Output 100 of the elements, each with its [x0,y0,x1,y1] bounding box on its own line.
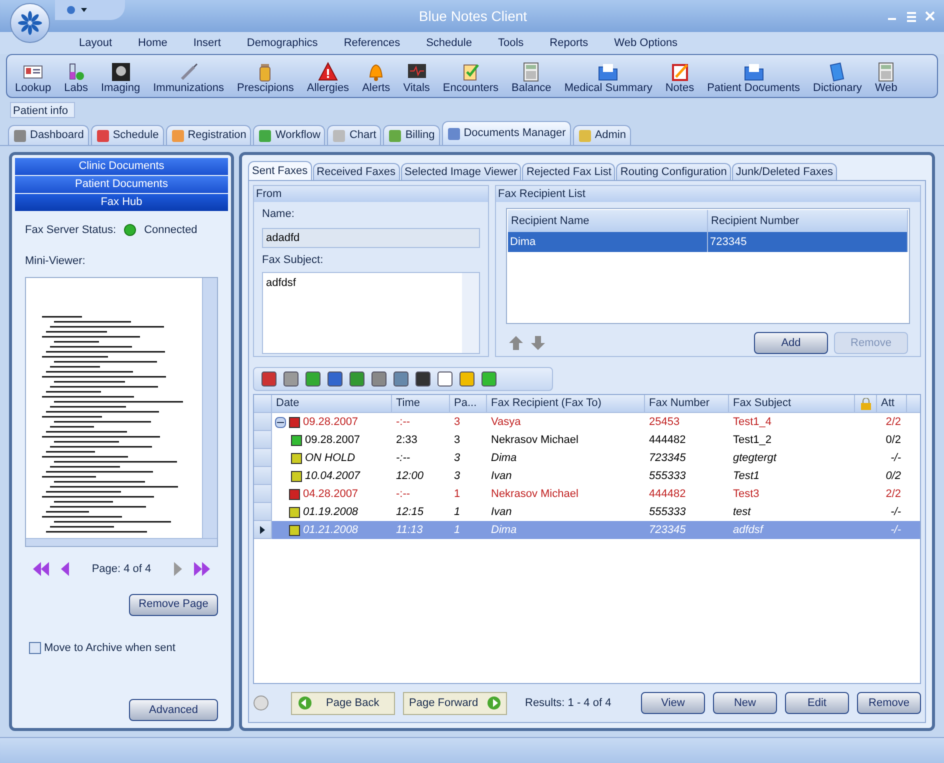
column-header[interactable]: Pa... [450,395,487,412]
toolbar-button[interactable]: Prescipions [237,62,294,95]
menu-item[interactable]: Reports [550,34,588,52]
move-up-icon[interactable] [508,335,524,351]
subject-field[interactable]: adfdsf [262,272,480,354]
table-cell-text: adfdsf [732,522,765,538]
checkbox[interactable] [29,642,41,654]
table-cell-text: Nekrasov Michael [490,486,580,502]
toolbar-button[interactable]: Vitals [403,62,430,95]
main-tab[interactable]: Admin [572,125,631,145]
toolbar-button[interactable]: Web [874,62,898,95]
column-header[interactable]: Att [877,395,907,412]
menu-item[interactable]: Demographics [246,34,318,52]
name-field[interactable]: adadfd [262,228,480,248]
last-page-icon[interactable] [192,562,212,576]
toolbar-button[interactable]: Allergies [306,62,350,95]
fax-tab[interactable]: Received Faxes [312,163,400,180]
page-indicator: Page: 4 of 4 [90,562,152,577]
column-header[interactable]: Fax Recipient (Fax To) [487,395,645,412]
column-header[interactable]: Time [392,395,450,412]
fax-tab[interactable]: Junk/Deleted Faxes [732,163,838,180]
main-tab[interactable]: Workflow [253,125,326,145]
main-tab[interactable]: Registration [166,125,252,145]
action-button[interactable]: Remove [857,692,921,714]
toolbar-button[interactable]: Lookup [15,62,52,95]
table-row[interactable]: 09.28.2007 -:-- 3 Vasya 25453 Test1_4 2/2 [254,413,920,431]
calculator-icon [521,62,542,82]
menu-item[interactable]: Tools [498,34,524,52]
tab-icon [13,128,27,142]
fax-tab[interactable]: Rejected Fax List [522,163,616,180]
status-text: Connected [144,223,198,238]
first-page-icon[interactable] [31,562,51,576]
toolbar-button[interactable]: Medical Summary [564,62,652,95]
page-back-button[interactable]: Page Back [291,692,395,714]
main-tab[interactable]: Dashboard [8,125,89,145]
vertical-scrollbar[interactable] [202,278,217,538]
table-row[interactable]: 09.28.2007 2:33 3 Nekrasov Michael 444482 Test1_2 0/2 [254,431,920,449]
table-cell-text: -:-- [395,450,412,466]
menu-item[interactable]: Home [138,34,168,52]
horizontal-scrollbar[interactable] [26,538,217,546]
main-tab[interactable]: Billing [383,125,440,145]
table-cell-text: Dima [490,450,518,466]
remove-page-button[interactable]: Remove Page [129,594,218,616]
table-cell-text: 0/2 [884,468,902,484]
table-cell: 723345 [708,232,908,252]
app-logo[interactable] [10,3,50,43]
column-header[interactable]: Fax Number [645,395,729,412]
checkbox-label: Move to Archive when sent [44,640,176,656]
table-row[interactable]: 10.04.2007 12:00 3 Ivan 555333 Test1 0/2 [254,467,920,485]
action-button[interactable]: Edit [785,692,849,714]
table-row[interactable]: Dima 723345 [508,232,908,252]
table-row[interactable]: 01.19.2008 12:15 1 Ivan 555333 test -/- [254,503,920,521]
toolbar-button[interactable]: Alerts [362,62,390,95]
toolbar-button[interactable]: Immunizations [153,62,224,95]
toolbar-button[interactable]: Labs [64,62,88,95]
patient-info-label: Patient info [10,102,75,118]
toolbar-button[interactable]: Imaging [100,62,140,95]
menu-item[interactable]: References [344,34,400,52]
quick-access-toolbar[interactable] [55,0,125,20]
menu-item[interactable]: Insert [193,34,221,52]
main-tab[interactable]: Schedule [90,125,164,145]
menu-item[interactable]: Layout [79,34,112,52]
table-cell-text: 444482 [648,432,687,448]
collapse-toggle[interactable] [275,416,286,428]
previous-page-icon[interactable] [59,562,71,576]
toolbar-button[interactable]: Patient Documents [707,62,800,95]
section-header[interactable]: Patient Documents [15,176,228,193]
table-cell-text: Test1_2 [732,432,773,448]
table-row[interactable]: ON HOLD -:-- 3 Dima 723345 gtegtergt -/- [254,449,920,467]
column-header[interactable]: Date [272,395,392,412]
window-title: Blue Notes Client [418,6,528,26]
table-cell-text: gtegtergt [732,450,778,466]
table-cell-text: 0/2 [884,432,902,448]
add-button[interactable]: Add [754,332,828,354]
fax-tab[interactable]: Sent Faxes [248,161,312,180]
menu-item[interactable]: Schedule [426,34,472,52]
main-tab[interactable]: Documents Manager [442,121,571,145]
action-button[interactable]: New [713,692,777,714]
section-header[interactable]: Fax Hub [15,194,228,211]
table-cell-text: 2/2 [884,414,902,430]
fax-tab[interactable]: Selected Image Viewer [400,163,522,180]
table-cell-text: -/- [890,522,902,538]
move-down-icon[interactable] [530,335,546,351]
toolbar-button[interactable]: Dictionary [813,62,862,95]
menu-item[interactable]: Web Options [614,34,678,52]
section-header[interactable]: Clinic Documents [15,158,228,175]
table-cell-text: -/- [890,504,902,520]
table-row[interactable]: 04.28.2007 -:-- 1 Nekrasov Michael 444482 Test3 2/2 [254,485,920,503]
vertical-scrollbar[interactable] [462,273,479,353]
action-button[interactable]: View [641,692,705,714]
column-header[interactable]: Fax Subject [729,395,855,412]
advanced-button[interactable]: Advanced [129,699,218,721]
toolbar-button[interactable]: Balance [512,62,552,95]
fax-tab[interactable]: Routing Configuration [616,163,731,180]
table-cell-text: Ivan [490,504,513,520]
tab-icon [258,128,272,142]
main-tab[interactable]: Chart [327,125,382,145]
page-forward-button[interactable]: Page Forward [403,692,507,714]
toolbar-button[interactable]: Encounters [442,62,499,95]
toolbar-button[interactable]: Notes [665,62,694,95]
